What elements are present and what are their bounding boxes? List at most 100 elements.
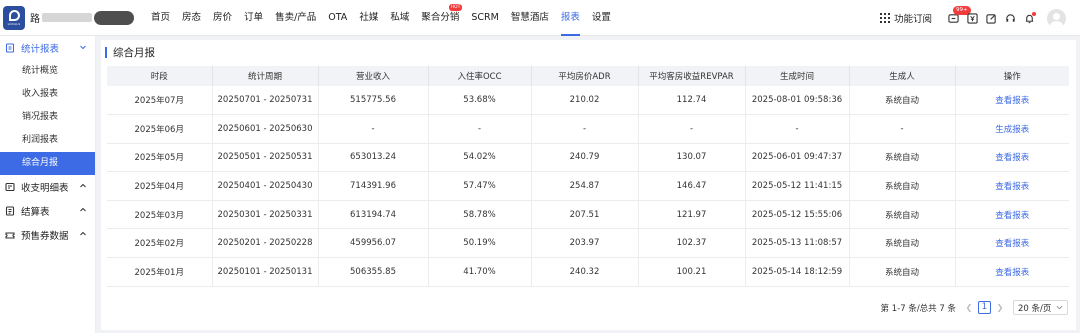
sidebar-item[interactable]: 综合月报	[0, 152, 95, 175]
cell-range: 20250501 - 20250531	[212, 143, 319, 173]
nav-item-label: 智慧酒店	[510, 11, 549, 23]
feature-subscription-button[interactable]: 功能订阅	[879, 11, 932, 25]
cell-revenue: 714391.96	[318, 171, 429, 201]
cell-occ: 50.19%	[428, 228, 532, 259]
cell-range: 20250601 - 20250630	[212, 114, 319, 144]
cell-revenue: 653013.24	[318, 143, 429, 173]
report-icon	[5, 43, 15, 53]
cell-range: 20250201 - 20250228	[212, 228, 319, 259]
nav-item[interactable]: 设置	[586, 0, 617, 36]
nav-item[interactable]: 房态	[176, 0, 207, 36]
sidebar-item[interactable]: 统计概览	[0, 60, 95, 83]
sidebar-group[interactable]: 预售券数据	[0, 223, 95, 247]
nav-item[interactable]: 报表	[555, 0, 586, 36]
column-header: 统计周期	[212, 66, 319, 86]
table-row: 2025年02月 20250201 - 20250228 459956.07 50.1…	[107, 228, 1069, 259]
cell-time: 2025-05-12 11:41:15	[745, 171, 850, 201]
sidebar-group[interactable]: 收支明细表	[0, 175, 95, 199]
view-report-link[interactable]: 查看报表	[955, 257, 1069, 287]
cell-range: 20250101 - 20250131	[212, 257, 319, 287]
brand-logo[interactable]: LOCALS	[3, 5, 25, 30]
nav-item[interactable]: OTA	[322, 0, 353, 36]
cell-revpar: 130.07	[638, 143, 746, 173]
nav-item-label: 订单	[244, 11, 264, 23]
hotel-name-redacted	[42, 13, 92, 22]
top-nav-bar: LOCALS 路 首页 房态 房价 订单 售卖/产品 OTA 社媒 私域 聚合分销 HOT SCRM…	[0, 0, 1080, 36]
nav-item[interactable]: SCRM	[465, 0, 504, 36]
cell-by: 系统自动	[849, 228, 956, 259]
nav-item-label: SCRM	[471, 11, 499, 23]
cell-revenue: -	[318, 114, 429, 144]
nav-item[interactable]: 智慧酒店	[505, 0, 555, 36]
hotel-switcher-redacted[interactable]	[94, 10, 134, 25]
edit-icon[interactable]	[986, 13, 997, 24]
sidebar-item[interactable]: 收入报表	[0, 83, 95, 106]
user-avatar[interactable]	[1047, 8, 1066, 28]
cell-revpar: 121.97	[638, 200, 746, 230]
nav-item-label: 报表	[560, 11, 580, 23]
message-icon[interactable]: 99+	[948, 5, 971, 24]
headset-icon[interactable]	[1005, 13, 1016, 24]
cell-time: 2025-05-13 11:08:57	[745, 228, 850, 259]
page-size-value: 20 条/页	[1018, 303, 1052, 314]
chevron-up-icon	[79, 230, 87, 238]
cell-adr: -	[531, 114, 639, 144]
hotel-name[interactable]: 路	[30, 10, 40, 25]
cell-by: 系统自动	[849, 143, 956, 173]
next-page-icon[interactable]: ❯	[995, 303, 1005, 312]
cell-by: -	[849, 114, 956, 144]
view-report-link[interactable]: 查看报表	[955, 143, 1069, 173]
hot-badge: HOT	[448, 3, 463, 11]
prev-page-icon[interactable]: ❮	[964, 303, 974, 312]
table-row: 2025年06月 20250601 - 20250630- - - - - - 生成报表	[107, 114, 1069, 144]
nav-item[interactable]: 售卖/产品	[269, 0, 322, 36]
cell-range: 20250401 - 20250430	[212, 171, 319, 201]
nav-item-label: 社媒	[359, 11, 379, 23]
cell-adr: 240.79	[531, 143, 639, 173]
nav-item[interactable]: 房价	[207, 0, 238, 36]
column-header: 营业收入	[318, 66, 429, 86]
nav-item[interactable]: 社媒	[353, 0, 384, 36]
sidebar-group[interactable]: 统计报表	[0, 36, 95, 60]
view-report-link[interactable]: 查看报表	[955, 86, 1069, 116]
column-header: 生成时间	[745, 66, 850, 86]
bell-icon[interactable]	[1024, 11, 1036, 24]
pagination: 第 1-7 条/总共 7 条 ❮ 1 ❯ 20 条/页	[881, 300, 1068, 315]
cell-revenue: 506355.85	[318, 257, 429, 287]
cell-adr: 240.32	[531, 257, 639, 287]
generate-report-link[interactable]: 生成报表	[955, 114, 1069, 144]
page-number-current[interactable]: 1	[978, 301, 991, 314]
cell-period: 2025年07月	[107, 86, 213, 116]
feature-subscription-label: 功能订阅	[893, 14, 932, 25]
nav-item[interactable]: 订单	[238, 0, 269, 36]
sidebar-group[interactable]: 结算表	[0, 199, 95, 223]
nav-item[interactable]: 私域	[384, 0, 415, 36]
cell-by: 系统自动	[849, 86, 956, 116]
cell-period: 2025年04月	[107, 171, 213, 201]
nav-item-label: 聚合分销	[421, 11, 460, 23]
cell-revenue: 613194.74	[318, 200, 429, 230]
view-report-link[interactable]: 查看报表	[955, 200, 1069, 230]
nav-item-label: 房态	[182, 11, 202, 23]
view-report-link[interactable]: 查看报表	[955, 228, 1069, 259]
cell-time: -	[745, 114, 850, 144]
column-header: 生成人	[849, 66, 956, 86]
monthly-report-table: 时段 统计周期 营业收入 入住率OCC 平均房价ADR 平均客房收益REVPAR 生成时间生…	[107, 66, 1069, 287]
cell-time: 2025-08-01 09:58:36	[745, 86, 850, 116]
cell-adr: 254.87	[531, 171, 639, 201]
view-report-link[interactable]: 查看报表	[955, 171, 1069, 201]
table-row: 2025年04月 20250401 - 20250430 714391.96 57.4…	[107, 171, 1069, 201]
cell-occ: 53.68%	[428, 86, 532, 116]
sidebar-item[interactable]: 利润报表	[0, 129, 95, 152]
sidebar-group-label: 收支明细表	[21, 183, 69, 194]
cell-revpar: 100.21	[638, 257, 746, 287]
cell-by: 系统自动	[849, 171, 956, 201]
page-size-select[interactable]: 20 条/页	[1013, 300, 1068, 315]
cell-period: 2025年05月	[107, 143, 213, 173]
nav-item-label: 售卖/产品	[275, 11, 317, 23]
sidebar-item[interactable]: 销况报表	[0, 106, 95, 129]
cell-occ: 54.02%	[428, 143, 532, 173]
yen-icon[interactable]	[967, 12, 978, 24]
nav-item[interactable]: 聚合分销 HOT	[415, 0, 465, 36]
nav-item[interactable]: 首页	[145, 0, 176, 36]
